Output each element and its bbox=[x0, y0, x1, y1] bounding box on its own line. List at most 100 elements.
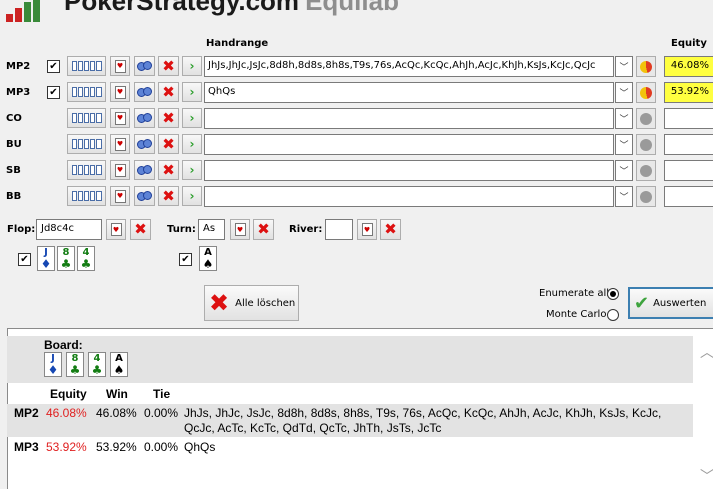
clear-range-button[interactable]: ✖ bbox=[158, 56, 179, 76]
handrange-input[interactable] bbox=[204, 186, 614, 207]
equity-field: 53.92% bbox=[664, 82, 713, 103]
close-icon: ✖ bbox=[384, 220, 397, 238]
scroll-down-icon[interactable]: ﹀ bbox=[700, 466, 713, 486]
handrange-dropdown-button[interactable]: ﹀ bbox=[615, 82, 633, 103]
range-grid-icon bbox=[71, 113, 102, 123]
chips-button[interactable] bbox=[134, 160, 155, 180]
close-icon: ✖ bbox=[162, 160, 175, 179]
clear-range-button[interactable]: ✖ bbox=[158, 134, 179, 154]
flop-input[interactable]: Jd8c4c bbox=[36, 219, 102, 240]
handrange-input[interactable] bbox=[204, 160, 614, 181]
card-icon: ♥ bbox=[361, 223, 373, 236]
turn-clear-button[interactable]: ✖ bbox=[253, 219, 274, 240]
handrange-input[interactable] bbox=[204, 108, 614, 129]
scroll-up-icon[interactable]: ︿ bbox=[700, 342, 713, 362]
apply-range-button[interactable]: › bbox=[182, 56, 202, 76]
evaluate-button[interactable]: ✔ Auswerten bbox=[628, 287, 713, 319]
clear-all-label: Alle löschen bbox=[235, 297, 296, 309]
equity-pie-button[interactable] bbox=[636, 160, 656, 181]
apply-range-button[interactable]: › bbox=[182, 82, 202, 102]
card-picker-button[interactable]: ♥ bbox=[110, 56, 130, 76]
handrange-dropdown-button[interactable]: ﹀ bbox=[615, 186, 633, 207]
evaluate-label: Auswerten bbox=[653, 297, 707, 309]
player-checkbox[interactable]: ✔ bbox=[47, 60, 60, 73]
apply-range-button[interactable]: › bbox=[182, 160, 202, 180]
chips-button[interactable] bbox=[134, 56, 155, 76]
chips-icon bbox=[136, 165, 153, 175]
clear-all-button[interactable]: ✖ Alle löschen bbox=[204, 285, 299, 321]
pie-chart-icon bbox=[640, 60, 652, 73]
card-picker-button[interactable]: ♥ bbox=[110, 108, 130, 128]
river-clear-button[interactable]: ✖ bbox=[380, 219, 401, 240]
player-position: MP2 bbox=[6, 61, 31, 72]
card-suit-icon: ♣ bbox=[80, 256, 92, 271]
clear-range-button[interactable]: ✖ bbox=[158, 82, 179, 102]
player-position: BB bbox=[6, 191, 22, 202]
turn-checkbox[interactable]: ✔ bbox=[179, 253, 192, 266]
clear-range-button[interactable]: ✖ bbox=[158, 108, 179, 128]
flop-checkbox[interactable]: ✔ bbox=[18, 253, 31, 266]
river-label: River: bbox=[289, 224, 323, 235]
turn-card-picker-button[interactable]: ♥ bbox=[230, 219, 250, 240]
flop-clear-button[interactable]: ✖ bbox=[130, 219, 151, 240]
handrange-dropdown-button[interactable]: ﹀ bbox=[615, 56, 633, 77]
result-row-hands-line2: QcJc, AcTc, KcTc, QdTd, QcTc, JhTh, JsTs… bbox=[184, 421, 442, 435]
chevron-down-icon: ﹀ bbox=[619, 141, 629, 151]
card-picker-button[interactable]: ♥ bbox=[110, 134, 130, 154]
handrange-dropdown-button[interactable]: ﹀ bbox=[615, 134, 633, 155]
apply-range-button[interactable]: › bbox=[182, 186, 202, 206]
playing-card: 4 ♣ bbox=[77, 246, 95, 271]
monte-carlo-radio[interactable] bbox=[607, 309, 619, 321]
equity-pie-button[interactable] bbox=[636, 56, 656, 77]
equity-pie-button[interactable] bbox=[636, 82, 656, 103]
river-card-picker-button[interactable]: ♥ bbox=[357, 219, 377, 240]
card-rank: J bbox=[44, 246, 48, 258]
chevron-down-icon: ﹀ bbox=[619, 115, 629, 125]
range-grid-button[interactable] bbox=[67, 108, 106, 128]
card-picker-button[interactable]: ♥ bbox=[110, 82, 130, 102]
handrange-dropdown-button[interactable]: ﹀ bbox=[615, 160, 633, 181]
chips-icon bbox=[136, 191, 153, 201]
range-grid-button[interactable] bbox=[67, 186, 106, 206]
result-row-equity: 53.92% bbox=[46, 440, 87, 454]
player-position: SB bbox=[6, 165, 21, 176]
equity-pie-button[interactable] bbox=[636, 186, 656, 207]
handrange-dropdown-button[interactable]: ﹀ bbox=[615, 108, 633, 129]
clear-range-button[interactable]: ✖ bbox=[158, 160, 179, 180]
close-icon: ✖ bbox=[162, 56, 175, 75]
river-input[interactable] bbox=[325, 219, 353, 240]
handrange-input[interactable]: QhQs bbox=[204, 82, 614, 103]
equity-pie-button[interactable] bbox=[636, 108, 656, 129]
play-icon: › bbox=[189, 111, 195, 125]
chips-button[interactable] bbox=[134, 82, 155, 102]
clear-icon: ✖ bbox=[209, 289, 230, 317]
player-position: MP3 bbox=[6, 87, 31, 98]
card-picker-button[interactable]: ♥ bbox=[110, 160, 130, 180]
chevron-down-icon: ﹀ bbox=[619, 167, 629, 177]
range-grid-button[interactable] bbox=[67, 160, 106, 180]
chips-button[interactable] bbox=[134, 134, 155, 154]
card-rank: 4 bbox=[93, 352, 101, 364]
clear-range-button[interactable]: ✖ bbox=[158, 186, 179, 206]
apply-range-button[interactable]: › bbox=[182, 108, 202, 128]
results-col-tie: Tie bbox=[153, 387, 171, 401]
handrange-input[interactable]: JhJs,JhJc,JsJc,8d8h,8d8s,8h8s,T9s,76s,Ac… bbox=[204, 56, 614, 77]
handrange-input[interactable] bbox=[204, 134, 614, 155]
turn-input[interactable]: As bbox=[198, 219, 225, 240]
range-grid-button[interactable] bbox=[67, 56, 106, 76]
turn-label: Turn: bbox=[167, 224, 196, 235]
player-checkbox[interactable]: ✔ bbox=[47, 86, 60, 99]
chevron-down-icon: ﹀ bbox=[619, 63, 629, 73]
equity-pie-button[interactable] bbox=[636, 134, 656, 155]
card-icon: ♥ bbox=[234, 223, 246, 236]
range-grid-button[interactable] bbox=[67, 134, 106, 154]
chips-icon bbox=[136, 87, 153, 97]
chips-button[interactable] bbox=[134, 186, 155, 206]
flop-card-picker-button[interactable]: ♥ bbox=[106, 219, 126, 240]
enumerate-all-radio[interactable] bbox=[607, 288, 619, 300]
apply-range-button[interactable]: › bbox=[182, 134, 202, 154]
range-grid-button[interactable] bbox=[67, 82, 106, 102]
chips-button[interactable] bbox=[134, 108, 155, 128]
equity-field: 46.08% bbox=[664, 56, 713, 77]
card-picker-button[interactable]: ♥ bbox=[110, 186, 130, 206]
